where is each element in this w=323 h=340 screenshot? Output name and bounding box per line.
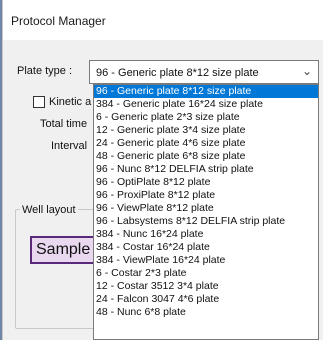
plate-type-option[interactable]: 384 - ViewPlate 16*24 plate bbox=[94, 254, 318, 267]
plate-type-option[interactable]: 96 - ProxiPlate 8*12 plate bbox=[94, 189, 318, 202]
chevron-down-icon[interactable]: ⌄ bbox=[302, 64, 312, 78]
plate-type-option[interactable]: 96 - ViewPlate 8*12 plate bbox=[94, 202, 318, 215]
plate-type-option[interactable]: 96 - Nunc 8*12 DELFIA strip plate bbox=[94, 163, 318, 176]
window-title: Protocol Manager bbox=[11, 14, 106, 28]
plate-type-option[interactable]: 384 - Generic plate 16*24 size plate bbox=[94, 98, 318, 111]
plate-type-select[interactable]: 96 - Generic plate 8*12 size plate ⌄ bbox=[89, 60, 319, 84]
plate-type-option[interactable]: 48 - Nunc 6*8 plate bbox=[94, 306, 318, 319]
plate-type-option[interactable]: 384 - Costar 16*24 plate bbox=[94, 241, 318, 254]
plate-type-option[interactable]: 6 - Costar 2*3 plate bbox=[94, 267, 318, 280]
plate-type-option[interactable]: 96 - Generic plate 8*12 size plate bbox=[94, 85, 318, 98]
plate-type-option[interactable]: 12 - Generic plate 3*4 size plate bbox=[94, 124, 318, 137]
title-bar[interactable]: Protocol Manager bbox=[3, 0, 323, 40]
plate-type-option[interactable]: 12 - Costar 3512 3*4 plate bbox=[94, 280, 318, 293]
well-layout-legend: Well layout bbox=[20, 204, 78, 216]
plate-type-label: Plate type : bbox=[17, 65, 73, 77]
plate-type-option[interactable]: 6 - Generic plate 2*3 size plate bbox=[94, 111, 318, 124]
protocol-manager-window: Protocol Manager Plate type : 96 - Gener… bbox=[2, 0, 323, 340]
kinetic-label: Kinetic a bbox=[49, 96, 92, 108]
total-time-label: Total time bbox=[40, 118, 88, 130]
plate-type-option[interactable]: 96 - OptiPlate 8*12 plate bbox=[94, 176, 318, 189]
plate-type-selected-value: 96 - Generic plate 8*12 size plate bbox=[96, 67, 259, 79]
plate-type-option[interactable]: 48 - Generic plate 6*8 size plate bbox=[94, 150, 318, 163]
plate-type-option[interactable]: 384 - Nunc 16*24 plate bbox=[94, 228, 318, 241]
plate-type-option[interactable]: 24 - Generic plate 4*6 size plate bbox=[94, 137, 318, 150]
interval-label: Interval bbox=[51, 140, 88, 152]
plate-type-dropdown-list[interactable]: 96 - Generic plate 8*12 size plate 384 - … bbox=[93, 84, 319, 340]
kinetic-checkbox[interactable] bbox=[33, 96, 45, 108]
plate-type-option[interactable]: 96 - Labsystems 8*12 DELFIA strip plate bbox=[94, 215, 318, 228]
plate-type-option[interactable]: 24 - Falcon 3047 4*6 plate bbox=[94, 293, 318, 306]
